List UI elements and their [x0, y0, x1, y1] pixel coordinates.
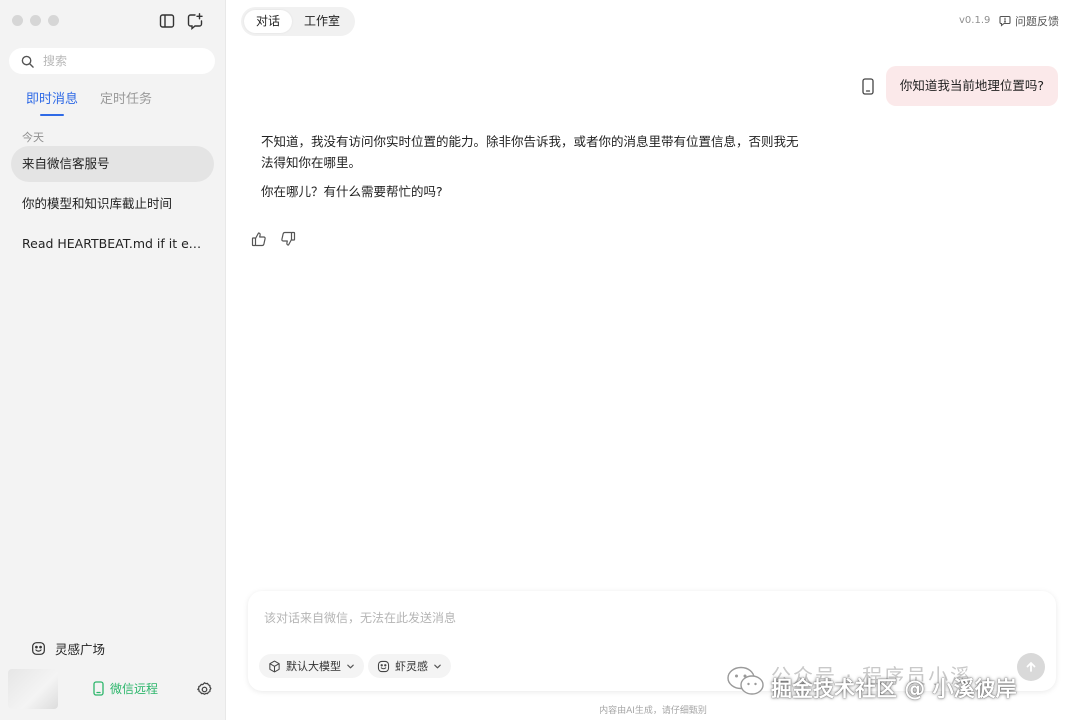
feedback-label: 问题反馈 [1015, 15, 1059, 28]
thumbs-up-icon[interactable] [251, 231, 267, 247]
model-selector[interactable]: 默认大模型 [259, 654, 364, 678]
phone-icon [862, 77, 874, 95]
view-switcher: 对话 工作室 [241, 7, 356, 36]
ai-disclaimer: 内容由AI生成，请仔细甄别 [599, 706, 707, 716]
gear-icon[interactable] [196, 681, 213, 698]
message-icon [999, 15, 1011, 27]
user-message-bubble: 你知道我当前地理位置吗? [885, 66, 1058, 106]
tab-scheduled-tasks[interactable]: 定时任务 [100, 88, 152, 113]
smile-icon [377, 660, 390, 672]
search-box[interactable] [9, 48, 215, 74]
sidebar-tabs: 即时消息 定时任务 [26, 88, 152, 116]
inspiration-square-button[interactable]: 灵感广场 [31, 639, 105, 658]
maximize-window-button[interactable] [48, 15, 59, 26]
message-feedback-actions [251, 231, 296, 247]
chevron-down-icon [434, 664, 441, 668]
feedback-button[interactable]: 问题反馈 [999, 13, 1059, 29]
message-composer: 默认大模型 虾灵感 [248, 591, 1056, 691]
sidebar-toggle-icon[interactable] [158, 12, 176, 30]
new-chat-icon[interactable] [186, 12, 204, 30]
conversation-item[interactable]: Read HEARTBEAT.md if it exi... [11, 226, 214, 262]
conversation-item[interactable]: 你的模型和知识库截止时间 [11, 186, 214, 222]
tab-instant-messages[interactable]: 即时消息 [26, 88, 78, 116]
version-label: v0.1.9 [959, 15, 991, 26]
cube-icon [269, 660, 280, 672]
thumbs-down-icon[interactable] [280, 231, 296, 247]
conversation-list: 来自微信客服号 你的模型和知识库截止时间 Read HEARTBEAT.md i… [11, 146, 214, 266]
user-message-row: 你知道我当前地理位置吗? [862, 66, 1058, 106]
wechat-remote-button[interactable]: 微信远程 [93, 680, 158, 697]
send-button[interactable] [1017, 653, 1045, 681]
message-input[interactable] [262, 607, 866, 633]
search-icon [21, 55, 34, 68]
phone-icon [93, 681, 104, 696]
model-selector-label: 默认大模型 [286, 660, 341, 673]
close-window-button[interactable] [12, 15, 23, 26]
main-panel: 对话 工作室 v0.1.9 问题反馈 你知道我当前地理位置吗? 不知道，我没有访… [226, 0, 1080, 720]
window-controls [12, 15, 59, 26]
avatar[interactable] [8, 669, 58, 709]
assistant-paragraph: 你在哪儿？有什么需要帮忙的吗? [261, 184, 443, 199]
conversation-item[interactable]: 来自微信客服号 [11, 146, 214, 182]
search-input[interactable] [41, 53, 195, 69]
arrow-up-icon [1026, 662, 1036, 672]
assistant-message: 不知道，我没有访问你实时位置的能力。除非你告诉我，或者你的消息里带有位置信息，否… [261, 131, 806, 210]
inspiration-label: 灵感广场 [55, 642, 106, 657]
minimize-window-button[interactable] [30, 15, 41, 26]
wechat-remote-label: 微信远程 [110, 682, 159, 696]
chevron-down-icon [347, 664, 354, 668]
inspiration-chip-label: 虾灵感 [395, 660, 428, 673]
tab-chat[interactable]: 对话 [244, 10, 293, 33]
smile-icon [32, 642, 45, 655]
assistant-paragraph: 不知道，我没有访问你实时位置的能力。除非你告诉我，或者你的消息里带有位置信息，否… [261, 134, 799, 170]
tab-studio[interactable]: 工作室 [292, 10, 352, 33]
section-label-today: 今天 [22, 131, 44, 144]
sidebar: 即时消息 定时任务 今天 来自微信客服号 你的模型和知识库截止时间 Read H… [0, 0, 226, 720]
inspiration-selector[interactable]: 虾灵感 [368, 654, 451, 678]
